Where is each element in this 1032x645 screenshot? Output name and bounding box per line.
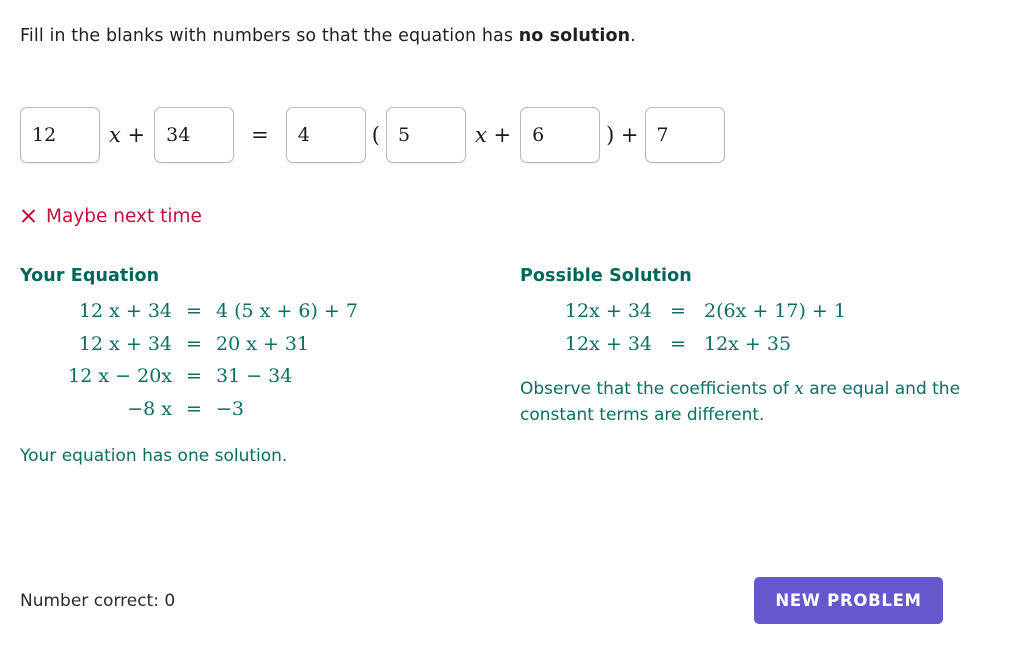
blank-input-b[interactable] (154, 107, 235, 163)
step-lhs: 12x + 34 (564, 332, 652, 355)
prompt-emphasis: no solution (518, 26, 631, 46)
verdict-text: Maybe next time (46, 206, 202, 227)
step-lhs: −8 x (127, 398, 172, 421)
step-equals: = (186, 300, 202, 322)
equation-step-row: −8 x = −3 (20, 393, 490, 426)
step-rhs: 20 x + 31 (216, 332, 310, 355)
step-lhs: 12 x + 34 (78, 332, 172, 355)
step-equals: = (670, 300, 686, 322)
operator-close-paren-plus: ) + (606, 123, 639, 147)
possible-solution-title: Possible Solution (520, 266, 692, 286)
operator-open-paren: ( (371, 123, 380, 147)
solution-step-row: 12x + 34 = 2(6x + 17) + 1 (520, 295, 1000, 328)
equation-input-row: x + = ( x + ) + (20, 106, 725, 164)
step-rhs: 4 (5 x + 6) + 7 (216, 300, 358, 322)
x-mark-icon (20, 208, 37, 225)
solution-step-row: 12x + 34 = 12x + 35 (520, 328, 1000, 361)
blank-input-d[interactable] (385, 107, 466, 163)
step-lhs: 12 x + 34 (78, 300, 172, 322)
your-equation-steps: 12 x + 34 = 4 (5 x + 6) + 7 12 x + 34 = … (20, 295, 490, 426)
prompt-text-after: . (630, 26, 636, 46)
operator-x-plus-2: x + (474, 123, 512, 147)
operator-equals: = (251, 123, 269, 147)
step-lhs: 12x + 34 (564, 300, 652, 322)
operator-x-plus-1: x + (109, 123, 146, 147)
step-equals: = (670, 332, 686, 355)
blank-input-c[interactable] (285, 107, 366, 163)
prompt-text-before: Fill in the blanks with numbers so that … (20, 26, 519, 46)
blank-input-f[interactable] (644, 107, 725, 163)
possible-solution-panel: Possible Solution 12x + 34 = 2(6x + 17) … (520, 266, 1000, 428)
possible-solution-steps: 12x + 34 = 2(6x + 17) + 1 12x + 34 = 12x… (520, 295, 1000, 360)
equation-step-row: 12 x − 20x = 31 − 34 (20, 360, 490, 393)
step-equals: = (186, 332, 202, 355)
step-rhs: 2(6x + 17) + 1 (704, 300, 846, 322)
your-equation-panel: Your Equation 12 x + 34 = 4 (5 x + 6) + … (20, 266, 490, 466)
step-rhs: 12x + 35 (704, 332, 792, 355)
equation-step-row: 12 x + 34 = 20 x + 31 (20, 328, 490, 361)
step-lhs: 12 x − 20x (68, 365, 172, 388)
blank-input-a[interactable] (20, 107, 100, 163)
step-rhs: −3 (216, 398, 245, 421)
possible-solution-note: Observe that the coefficients of x are e… (520, 377, 980, 427)
blank-input-e[interactable] (520, 107, 601, 163)
new-problem-button[interactable]: NEW PROBLEM (754, 577, 943, 624)
step-equals: = (186, 398, 202, 421)
your-equation-conclusion: Your equation has one solution. (20, 445, 288, 466)
step-rhs: 31 − 34 (216, 365, 293, 388)
note-text-before: Observe that the coefficients of (520, 379, 795, 400)
your-equation-title: Your Equation (20, 266, 160, 286)
score-label: Number correct: 0 (20, 591, 176, 611)
note-variable: x (794, 379, 804, 400)
step-equals: = (186, 365, 202, 388)
page-title: Fill in the blanks with numbers so that … (20, 26, 636, 46)
equation-step-row: 12 x + 34 = 4 (5 x + 6) + 7 (20, 295, 490, 328)
verdict-message: Maybe next time (20, 206, 202, 227)
